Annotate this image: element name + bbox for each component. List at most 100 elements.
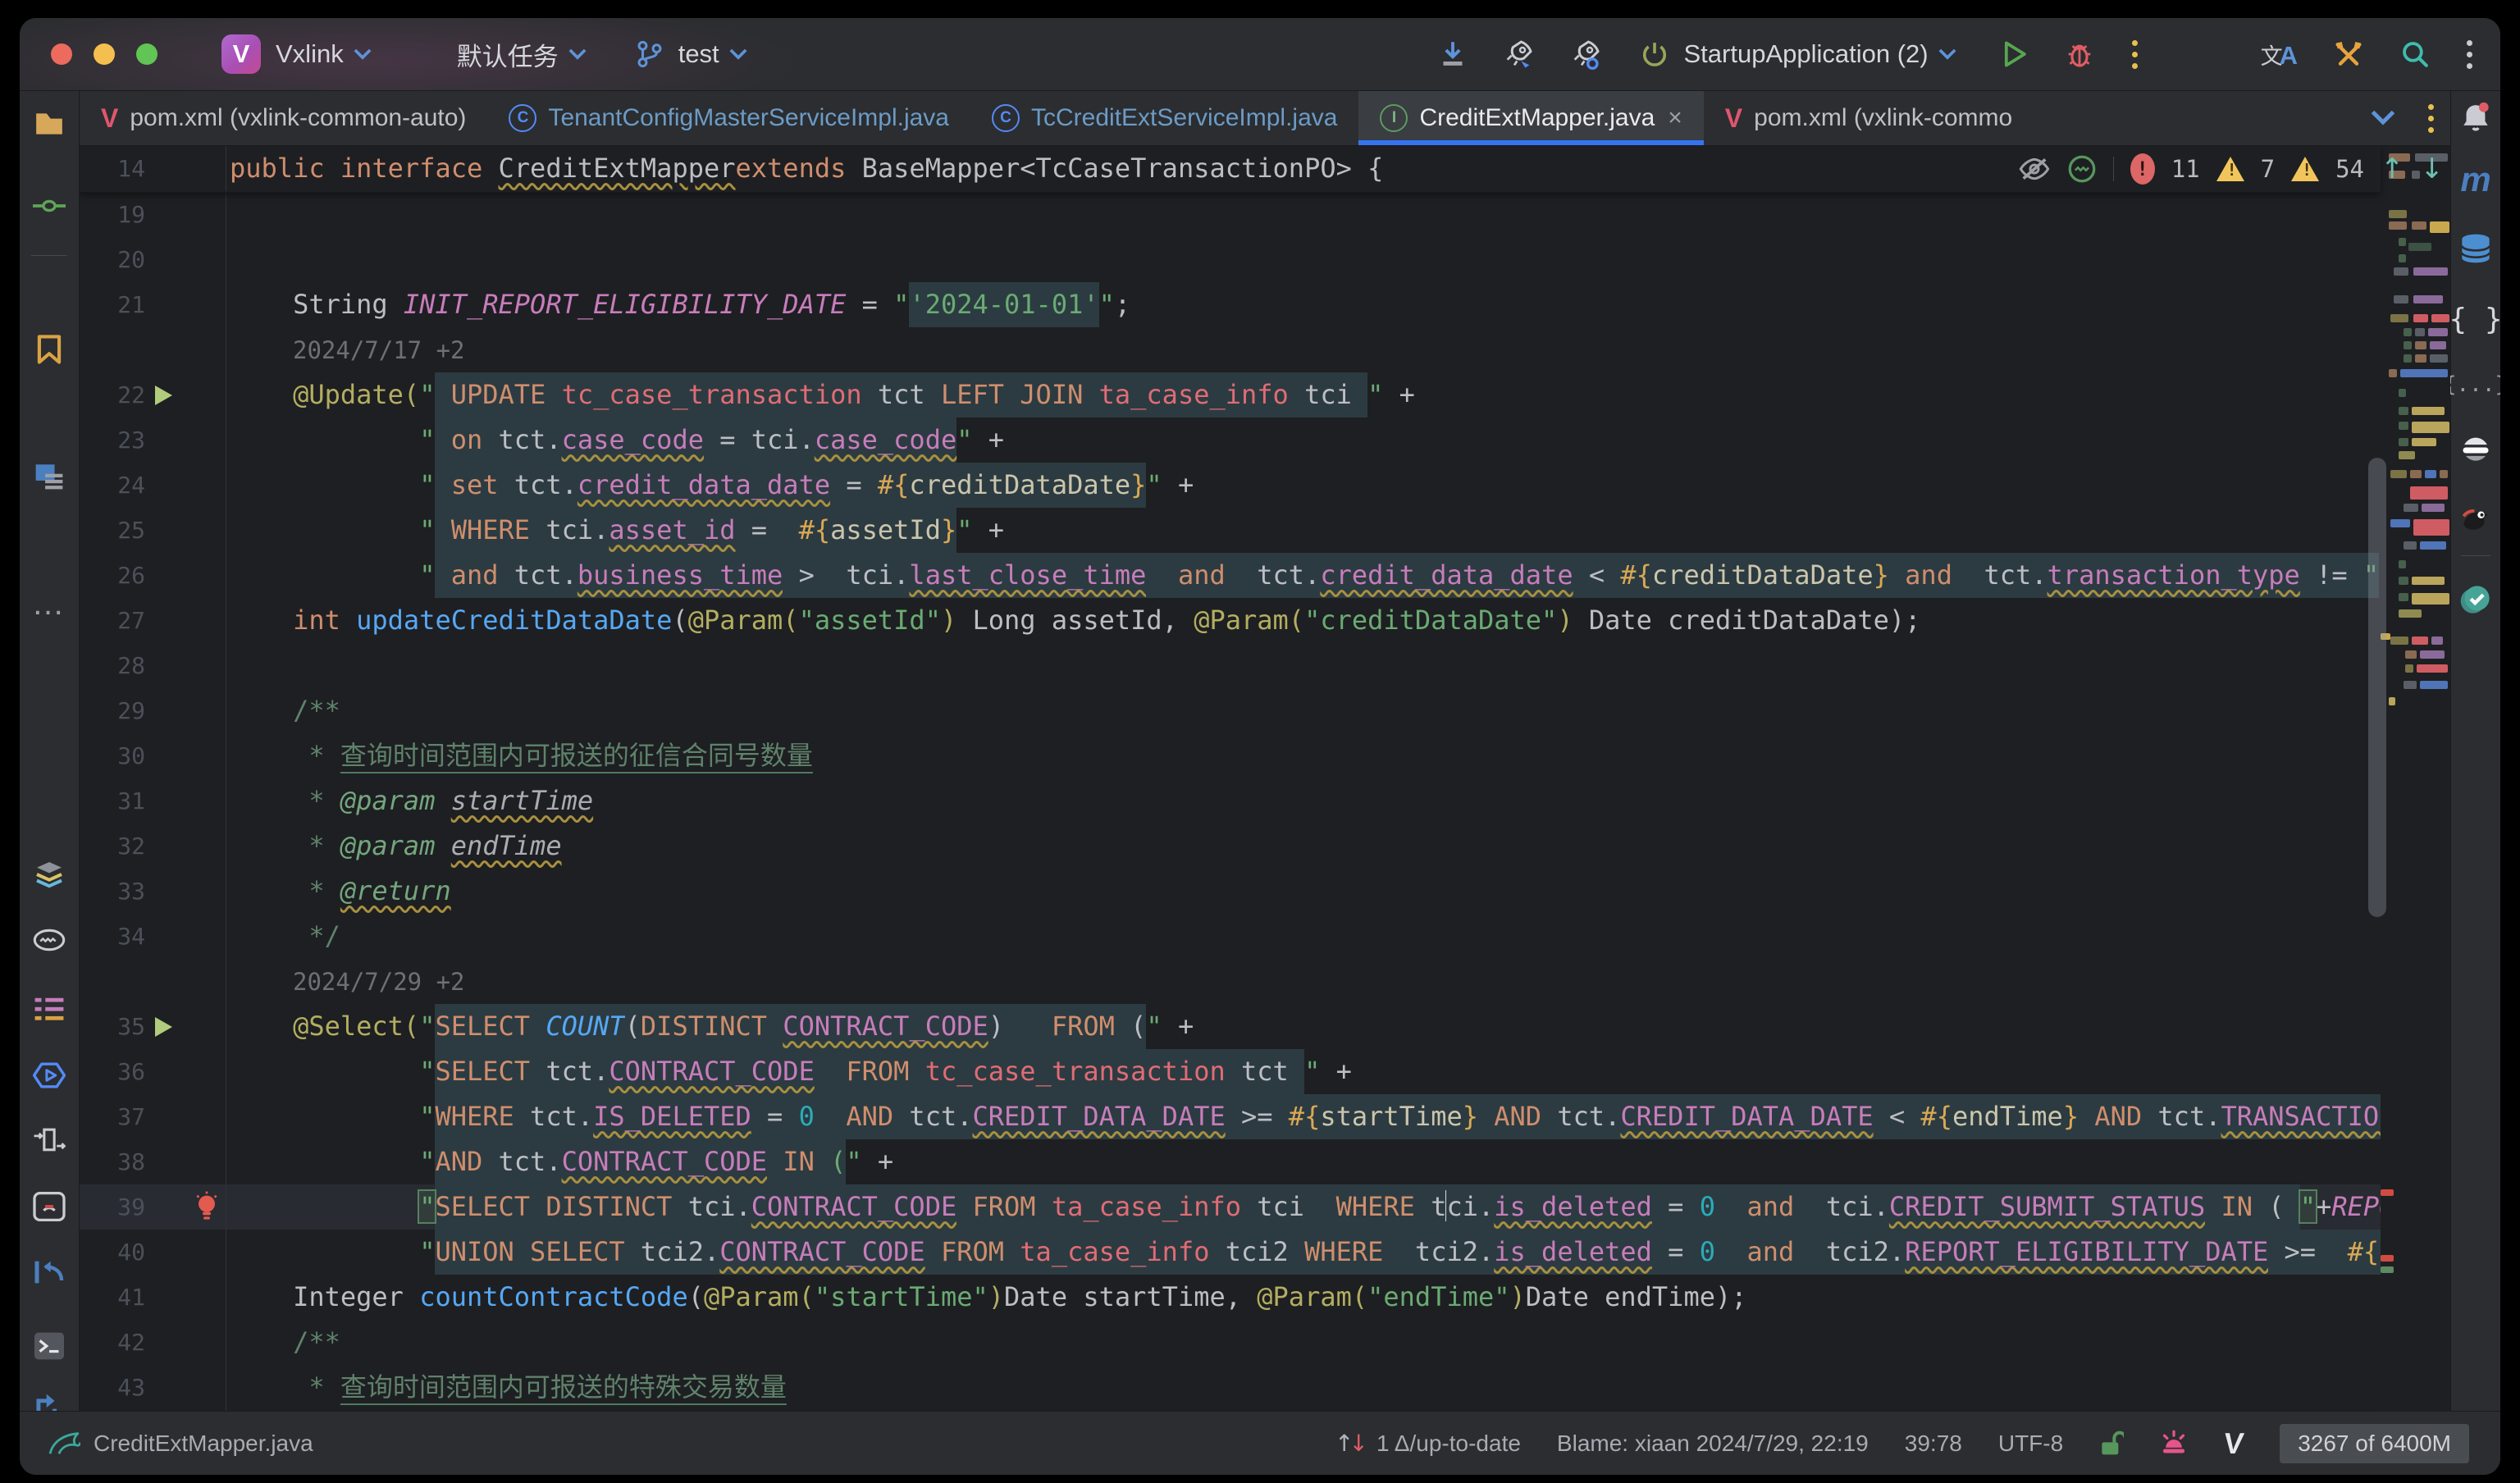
line-content[interactable] (226, 643, 2381, 688)
highlight-level-icon[interactable] (2067, 154, 2097, 184)
tab-overflow-chevron-icon[interactable] (2371, 110, 2395, 126)
code-line[interactable]: 35 @Select("SELECT COUNT(DISTINCT CONTRA… (80, 1004, 2381, 1049)
run-button[interactable] (2001, 39, 2029, 70)
line-content[interactable]: /** (226, 1320, 2381, 1365)
code-line[interactable]: 28 (80, 643, 2381, 688)
minimize-window-button[interactable] (94, 43, 115, 65)
chevron-down-icon[interactable] (354, 48, 372, 61)
vcs-sync-status[interactable]: ↑↓ 1 Δ/up-to-date (1335, 1430, 1521, 1457)
line-content[interactable]: * 查询时间范围内可报送的征信合同号数量 (226, 733, 2381, 778)
code-line[interactable]: 26 " and tct.business_time > tci.last_cl… (80, 553, 2381, 598)
build-icon[interactable] (33, 1190, 66, 1223)
code-line[interactable]: 30 * 查询时间范围内可报送的征信合同号数量 (80, 733, 2381, 778)
file-encoding[interactable]: UTF-8 (1998, 1431, 2063, 1457)
run-with-coverage-rocket-icon[interactable] (1569, 38, 1602, 71)
notifications-bell-icon[interactable] (2459, 101, 2492, 134)
bird-plugin-icon[interactable] (2459, 501, 2492, 534)
inspections-widget[interactable]: ! 11 7 54 ↑ ↓ (2018, 146, 2444, 192)
code-line[interactable]: 32 * @param endTime (80, 824, 2381, 869)
documentation-icon[interactable] (33, 460, 66, 493)
close-icon[interactable]: × (1668, 104, 1682, 132)
unlocked-icon[interactable] (2099, 1430, 2124, 1458)
inline-blame[interactable]: 2024/7/17 +2 (230, 336, 465, 364)
debug-button[interactable] (2063, 38, 2096, 71)
line-content[interactable]: "UNION SELECT tci2.CONTRACT_CODE FROM ta… (226, 1230, 2381, 1275)
code-line[interactable]: 40 "UNION SELECT tci2.CONTRACT_CODE FROM… (80, 1230, 2381, 1275)
close-window-button[interactable] (51, 43, 72, 65)
code-editor[interactable]: 14public interface CreditExtMapperextend… (80, 146, 2450, 1412)
code-line[interactable]: 34 */ (80, 914, 2381, 959)
caret-position[interactable]: 39:78 (1905, 1431, 1962, 1457)
more-run-actions-kebab-icon[interactable] (2132, 40, 2138, 69)
line-content[interactable]: " WHERE tci.asset_id = #{assetId}" + (226, 508, 2381, 553)
code-line[interactable]: 39 "SELECT DISTINCT tci.CONTRACT_CODE FR… (80, 1184, 2381, 1230)
code-line[interactable]: 38 "AND tct.CONTRACT_CODE IN (" + (80, 1139, 2381, 1184)
blame-line[interactable]: 2024/7/17 +2 (80, 327, 2381, 372)
error-count[interactable]: 11 (2171, 155, 2200, 183)
line-content[interactable]: 2024/7/17 +2 (226, 327, 2381, 372)
project-selector[interactable]: Vxlink (276, 39, 344, 69)
snippets-braces-icon[interactable]: {...} (2459, 368, 2492, 401)
chevron-down-icon[interactable] (729, 48, 747, 61)
code-line[interactable]: 31 * @param startTime (80, 778, 2381, 824)
blame-widget[interactable]: Blame: xiaan 2024/7/29, 22:19 (1557, 1431, 1869, 1457)
code-line[interactable]: 29 /** (80, 688, 2381, 733)
weak-warning-count[interactable]: 54 (2335, 155, 2364, 183)
inline-blame[interactable]: 2024/7/29 +2 (230, 968, 465, 996)
code-line[interactable]: 27 int updateCreditDataDate(@Param("asse… (80, 598, 2381, 643)
services-layers-icon[interactable] (33, 858, 66, 891)
code-line[interactable]: 23 " on tct.case_code = tci.case_code" + (80, 418, 2381, 463)
branch-selector[interactable]: test (678, 39, 719, 69)
elastic-tool-icon[interactable] (2459, 434, 2492, 467)
next-problem-arrow-icon[interactable]: ↓ (2421, 153, 2445, 185)
alarm-lamp-icon[interactable] (2160, 1429, 2188, 1458)
blame-line[interactable]: 2024/7/29 +2 (80, 959, 2381, 1004)
line-content[interactable]: "WHERE tct.IS_DELETED = 0 AND tct.CREDIT… (226, 1094, 2381, 1139)
line-content[interactable]: * @return (226, 869, 2381, 914)
code-line[interactable]: 36 "SELECT tct.CONTRACT_CODE FROM tc_cas… (80, 1049, 2381, 1094)
line-content[interactable] (226, 237, 2381, 282)
profiler-rocket-icon[interactable] (1502, 38, 1535, 71)
code-line[interactable]: 20 (80, 237, 2381, 282)
check-plugin-icon[interactable] (2459, 583, 2492, 616)
rollback-icon[interactable] (33, 1256, 66, 1289)
line-content[interactable]: @Update(" UPDATE tc_case_transaction tct… (226, 372, 2381, 418)
code-line[interactable]: 22 @Update(" UPDATE tc_case_transaction … (80, 372, 2381, 418)
download-icon[interactable] (1438, 38, 1468, 71)
endpoints-icon[interactable] (33, 1125, 66, 1157)
tab-options-kebab-icon[interactable] (2428, 104, 2434, 133)
code-line[interactable]: 33 * @return (80, 869, 2381, 914)
tab-credit-ext-mapper[interactable]: I CreditExtMapper.java × (1358, 91, 1703, 145)
line-content[interactable]: /** (226, 688, 2381, 733)
line-content[interactable]: * 查询时间范围内可报送的特殊交易数量 (226, 1365, 2381, 1410)
code-line[interactable]: 41 Integer countContractCode(@Param("sta… (80, 1275, 2381, 1320)
terminal-icon[interactable] (33, 1330, 66, 1362)
problems-icon[interactable] (33, 924, 66, 956)
todo-icon[interactable] (33, 993, 66, 1026)
tab-tc-credit-ext-service-impl[interactable]: C TcCreditExtServiceImpl.java (970, 91, 1358, 145)
maven-tool-icon[interactable]: m (2459, 163, 2492, 196)
line-content[interactable] (226, 192, 2381, 237)
run-configuration-selector[interactable]: StartupApplication (2) (1640, 39, 1956, 70)
previous-problem-arrow-icon[interactable]: ↑ (2381, 153, 2404, 185)
task-selector[interactable]: 默认任务 (457, 36, 559, 73)
structure-braces-icon[interactable]: { } (2459, 303, 2492, 335)
more-tool-windows-icon[interactable]: … (33, 587, 66, 620)
tab-pom-vxlink-common[interactable]: V pom.xml (vxlink-commo (1704, 91, 2034, 145)
translate-icon[interactable]: 文A (2261, 39, 2298, 71)
line-content[interactable]: " set tct.credit_data_date = #{creditDat… (226, 463, 2381, 508)
line-content[interactable]: " on tct.case_code = tci.case_code" + (226, 418, 2381, 463)
window-options-kebab-icon[interactable] (2467, 40, 2472, 69)
line-content[interactable]: * @param startTime (226, 778, 2381, 824)
code-line[interactable]: 37 "WHERE tct.IS_DELETED = 0 AND tct.CRE… (80, 1094, 2381, 1139)
code-line[interactable]: 43 * 查询时间范围内可报送的特殊交易数量 (80, 1365, 2381, 1410)
line-content[interactable]: 2024/7/29 +2 (226, 959, 2381, 1004)
line-content[interactable]: int updateCreditDataDate(@Param("assetId… (226, 598, 2381, 643)
line-content[interactable]: "AND tct.CONTRACT_CODE IN (" + (226, 1139, 2381, 1184)
hide-highlights-eye-icon[interactable] (2018, 156, 2051, 182)
line-content[interactable]: */ (226, 914, 2381, 959)
run-sql-play-icon[interactable] (155, 1017, 172, 1037)
code-line[interactable]: 19 (80, 192, 2381, 237)
minimap[interactable] (2381, 146, 2450, 1412)
tab-pom-vxlink-common-auto[interactable]: V pom.xml (vxlink-common-auto) (80, 91, 487, 145)
